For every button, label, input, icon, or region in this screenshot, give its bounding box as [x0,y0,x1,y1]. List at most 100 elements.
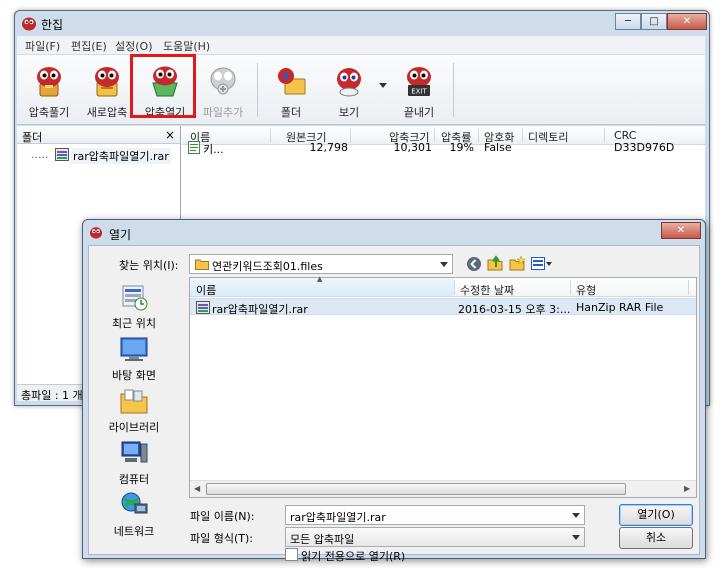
dialog-file-list: 이름 ▲ 수정한 날짜 유형 rar압축파일열기.rar 2016-03-15 … [189,275,697,498]
extract-button[interactable]: 압축풀기 [21,59,77,121]
hanzip-app-icon [22,17,36,31]
scroll-left-icon[interactable]: ◀ [194,484,200,493]
dialog-col-date[interactable]: 수정한 날짜 [460,282,514,298]
main-titlebar[interactable]: 한집 ─ □ ✕ [15,11,709,37]
recent-places-icon [122,285,148,311]
libraries-icon [120,389,148,414]
tree-connector: ..... [31,148,49,161]
chevron-down-icon [572,535,580,540]
open-button[interactable]: 열기(O) [619,504,693,526]
add-file-icon [210,67,236,95]
view-icon [337,68,361,97]
chevron-down-icon [440,262,448,267]
open-archive-highlight [130,54,196,118]
filename-label: 파일 이름(N): [190,510,255,523]
desktop-icon [120,337,148,361]
chevron-down-icon [572,513,580,518]
look-in-label: 찾는 위치(I): [119,259,179,272]
exit-label: 끝내기 [403,106,435,119]
dialog-row-name: rar압축파일열기.rar [212,303,308,316]
sort-ascending-icon: ▲ [317,275,323,283]
place-computer-label: 컴퓨터 [118,473,150,486]
folder-button[interactable]: 폴더 [263,59,319,121]
menu-bar: 파일(F) 편집(E) 설정(O) 도움말(H) [17,36,705,55]
row-original-size: 12,798 [309,141,349,154]
menu-help[interactable]: 도움말(H) [163,38,210,54]
new-archive-icon [95,67,119,97]
filename-value: rar압축파일열기.rar [290,511,386,524]
status-text: 총파일 : 1 개 [21,389,83,402]
toolbar: 압축풀기 새로압축 압축열기 파일추가 폴더 보기 EXIT 끝내기 [17,55,705,125]
filetype-label: 파일 형식(T): [190,532,253,545]
view-menu-button[interactable] [530,255,554,271]
toolbar-separator [453,63,454,117]
row-crc: D33D976D [614,141,675,154]
toolbar-separator [257,63,258,117]
folder-pane-title: 폴더 [22,131,43,144]
place-network-label: 네트워크 [113,525,155,538]
menu-settings[interactable]: 설정(O) [115,38,152,54]
view-label: 보기 [338,106,360,119]
maximize-button[interactable]: □ [641,13,667,30]
up-folder-icon[interactable] [487,255,503,271]
place-recent-label: 최근 위치 [112,317,156,330]
add-file-label: 파일추가 [202,106,244,119]
dialog-col-type[interactable]: 유형 [576,282,596,298]
dialog-close-button[interactable]: ✕ [661,222,701,239]
readonly-label: 읽기 전용으로 열기(R) [301,550,406,563]
look-in-dropdown[interactable]: 연관키워드조회01.files [189,254,453,274]
close-button[interactable]: ✕ [667,13,707,30]
view-menu-icon [531,257,545,270]
dialog-app-icon [89,227,103,239]
extract-icon [37,67,61,97]
filename-input[interactable]: rar압축파일열기.rar [285,505,585,525]
dialog-col-name[interactable]: 이름 ▲ [190,275,454,297]
add-file-button[interactable]: 파일추가 [195,59,251,121]
folder-label: 폴더 [280,106,302,119]
filetype-dropdown[interactable]: 모든 압축파일 [285,527,585,547]
view-dropdown-arrow-icon[interactable] [379,83,387,88]
exit-button[interactable]: EXIT 끝내기 [391,59,447,121]
table-row[interactable]: 키... 12,798 10,301 19% False D33D976D [182,139,705,156]
folder-icon [195,259,209,270]
dialog-list-header: 이름 ▲ 수정한 날짜 유형 [190,275,696,298]
look-in-value: 연관키워드조회01.files [212,260,323,273]
scrollbar-thumb[interactable] [206,483,626,495]
minimize-button[interactable]: ─ [615,13,641,30]
new-archive-button[interactable]: 새로압축 [79,59,135,121]
exit-icon-text: EXIT [411,88,427,96]
computer-icon [121,441,148,463]
filetype-value: 모든 압축파일 [290,533,355,546]
menu-file[interactable]: 파일(F) [25,38,60,54]
main-window-title: 한집 [41,18,64,32]
back-icon[interactable] [466,256,482,272]
exit-icon: EXIT [407,67,431,96]
dialog-title: 열기 [109,228,132,242]
scroll-right-icon[interactable]: ▶ [684,484,690,493]
place-libraries-label: 라이브러리 [108,421,160,434]
readonly-checkbox[interactable] [285,548,298,561]
horizontal-scrollbar[interactable]: ◀ ▶ [190,480,696,497]
cancel-button[interactable]: 취소 [619,527,693,549]
row-ratio: 19% [449,141,474,154]
table-row[interactable]: rar압축파일열기.rar 2016-03-15 오후 3:... HanZip… [190,298,696,316]
chevron-down-icon [546,262,552,266]
extract-label: 압축풀기 [28,106,70,119]
new-folder-icon[interactable] [509,255,525,271]
menu-edit[interactable]: 편집(E) [71,38,107,54]
row-compressed-size: 10,301 [393,141,433,154]
folder-pane-close-button[interactable]: × [165,128,175,142]
dialog-row-date: 2016-03-15 오후 3:... [458,303,571,316]
open-dialog: 열기 ✕ 찾는 위치(I): 연관키워드조회01.files 최근 위치 바탕 … [82,219,706,563]
place-desktop-label: 바탕 화면 [112,369,156,382]
view-button[interactable]: 보기 [321,59,377,121]
row-name: 키... [203,143,224,156]
folder-icon [278,68,306,95]
folder-pane-header: 폴더 × [17,126,180,144]
new-archive-label: 새로압축 [86,106,128,119]
text-file-icon [188,141,200,154]
tree-item-label: rar압축파일열기.rar [71,148,171,164]
dialog-row-type: HanZip RAR File [576,301,664,314]
dialog-body: 찾는 위치(I): 연관키워드조회01.files 최근 위치 바탕 화면 라이… [88,245,700,563]
row-encrypted: False [484,141,512,154]
